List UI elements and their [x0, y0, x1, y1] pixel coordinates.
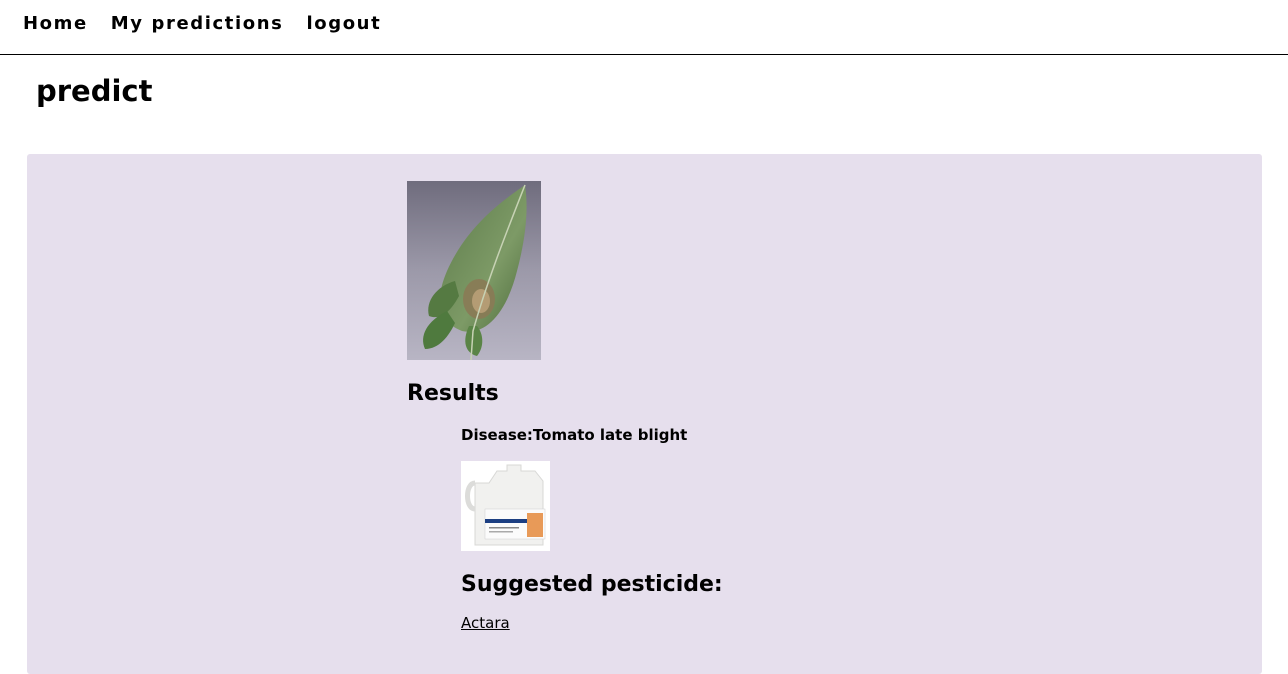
disease-name: Tomato late blight — [532, 426, 688, 444]
nav-my-predictions-link[interactable]: My predictions — [111, 13, 284, 35]
disease-prefix: Disease: — [461, 426, 533, 444]
result-list: Disease:Tomato late blight Suggested pes… — [461, 425, 723, 633]
uploaded-leaf-image — [407, 181, 541, 360]
results-heading: Results — [407, 381, 499, 406]
nav-logout-link[interactable]: logout — [306, 13, 381, 35]
top-navbar: Home My predictions logout — [0, 0, 1288, 55]
result-item: Disease:Tomato late blight Suggested pes… — [461, 425, 723, 633]
suggested-pesticide-heading: Suggested pesticide: — [461, 572, 723, 597]
prediction-panel: Results Disease:Tomato late blight Sugge… — [27, 154, 1262, 674]
nav-home-link[interactable]: Home — [23, 13, 88, 35]
page-title: predict — [36, 74, 153, 108]
pesticide-link[interactable]: Actara — [461, 613, 510, 633]
pesticide-product-image — [461, 461, 550, 551]
disease-label: Disease:Tomato late blight — [461, 425, 723, 445]
